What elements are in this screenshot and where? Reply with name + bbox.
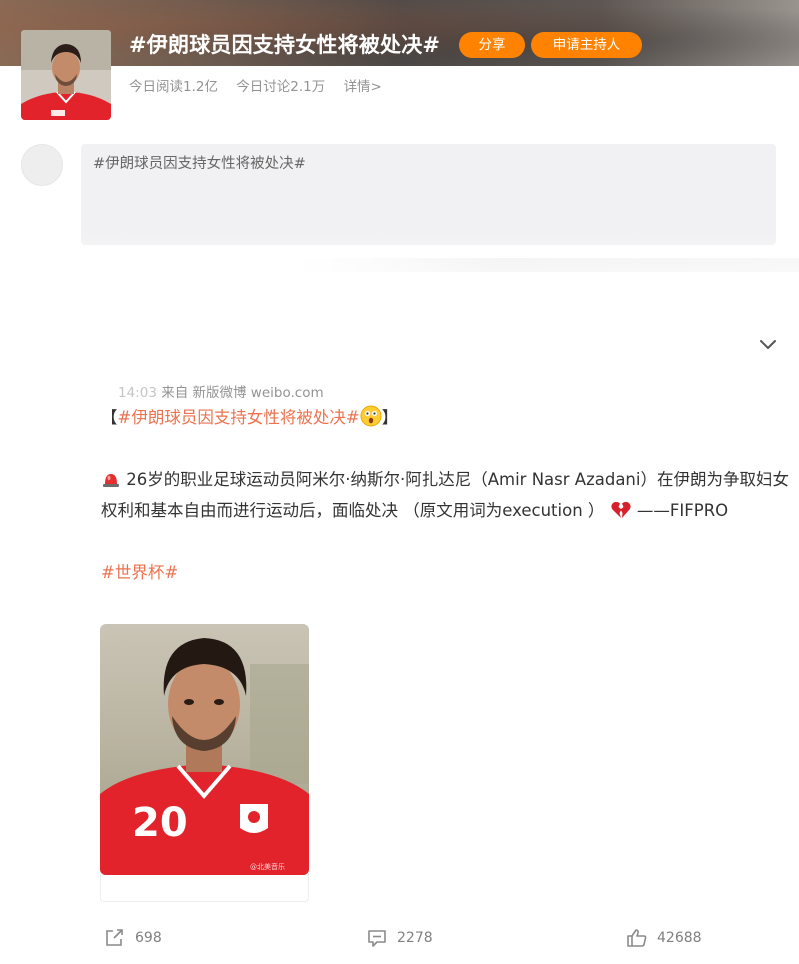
siren-emoji-icon	[103, 474, 119, 487]
post-content: 【#伊朗球员因支持女性将被处决# 】 26岁的职业足球运动员阿米尔·纳斯尔·阿扎达…	[101, 402, 791, 588]
repost-count: 698	[135, 930, 162, 946]
fade-overlay	[0, 230, 799, 350]
post-headline: 【#伊朗球员因支持女性将被处决# 】	[101, 402, 791, 433]
broken-heart-emoji-icon	[611, 501, 631, 518]
post-body: 26岁的职业足球运动员阿米尔·纳斯尔·阿扎达尼（Amir Nasr Azadan…	[101, 464, 791, 526]
weibo-topic-page: #伊朗球员因支持女性将被处决# 分享 申请主持人 今日阅读1.2亿 今日讨论2.…	[0, 0, 799, 964]
player-thumbnail-image	[21, 30, 111, 120]
thumbs-up-icon	[627, 929, 647, 947]
apply-host-button[interactable]: 申请主持人	[531, 32, 642, 58]
bracket-open: 【	[101, 408, 118, 427]
topic-thumbnail[interactable]	[21, 30, 111, 120]
daily-discussions: 今日讨论2.1万	[236, 79, 326, 95]
comment-icon	[368, 930, 386, 947]
comment-button[interactable]: 2278	[366, 926, 433, 950]
repost-button[interactable]: 698	[104, 926, 162, 950]
chevron-down-icon[interactable]	[757, 334, 779, 354]
image-frame	[100, 872, 309, 902]
user-avatar	[21, 144, 63, 186]
post-source: 来自 新版微博 weibo.com	[161, 385, 324, 401]
topic-tag-link[interactable]: #伊朗球员因支持女性将被处决#	[118, 408, 360, 427]
post-time[interactable]: 14:03	[118, 385, 157, 401]
player-photo: 20 @北美音乐	[100, 624, 309, 875]
jersey-number: 20	[132, 800, 188, 846]
compose-textarea[interactable]: #伊朗球员因支持女性将被处决#	[81, 144, 776, 245]
astonished-emoji-icon	[360, 405, 382, 427]
topic-stats: 今日阅读1.2亿 今日讨论2.1万 详情>	[129, 75, 396, 95]
post-body-tail: ——FIFPRO	[636, 501, 729, 520]
hashtag-world-cup-link[interactable]: #世界杯#	[101, 563, 178, 582]
comment-count: 2278	[397, 930, 433, 946]
repost-icon	[106, 929, 123, 946]
post-image[interactable]: 20 @北美音乐	[100, 624, 309, 875]
topic-title: #伊朗球员因支持女性将被处决#	[129, 33, 441, 57]
image-watermark: @北美音乐	[250, 862, 285, 871]
bracket-close: 】	[381, 408, 399, 427]
divider-strip	[300, 258, 799, 272]
detail-link[interactable]: 详情>	[344, 79, 382, 95]
like-button[interactable]: 42688	[626, 926, 702, 950]
like-count: 42688	[657, 930, 702, 946]
share-button[interactable]: 分享	[459, 32, 525, 58]
post-meta: 14:03 来自 新版微博 weibo.com	[118, 381, 324, 401]
hashtag-line: #世界杯#	[101, 557, 791, 588]
daily-reads: 今日阅读1.2亿	[129, 79, 218, 95]
